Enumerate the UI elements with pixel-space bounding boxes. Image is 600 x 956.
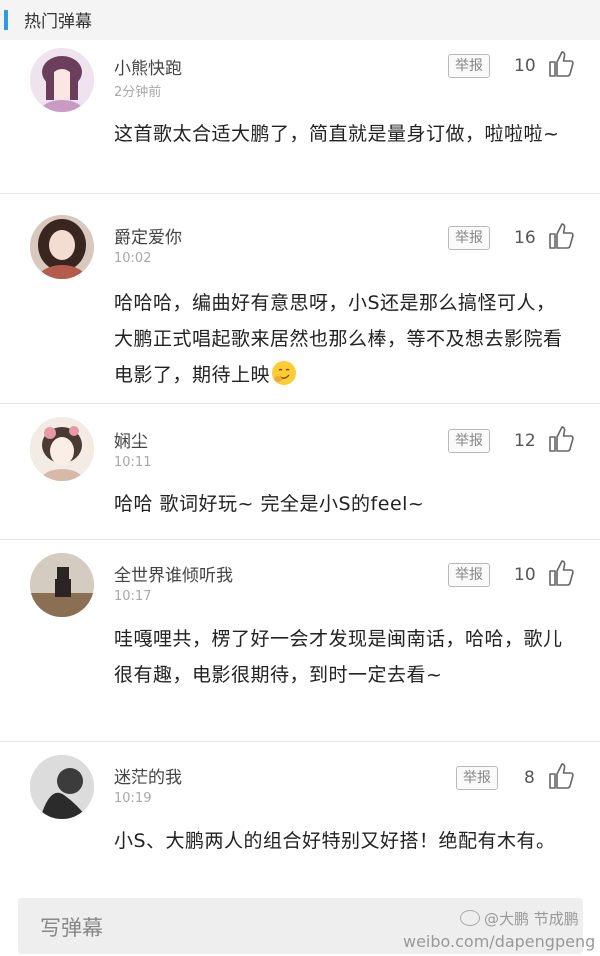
comment-text-body: 哈哈哈，编曲好有意思呀，小S还是那么搞怪可人，大鹏正式唱起歌来居然也那么棒，等不… [114,292,563,386]
comment-text: 哈哈哈，编曲好有意思呀，小S还是那么搞怪可人，大鹏正式唱起歌来居然也那么棒，等不… [114,285,564,393]
report-button[interactable]: 举报 [456,766,498,790]
report-button[interactable]: 举报 [448,226,490,250]
thumbs-up-icon[interactable] [548,222,574,250]
username[interactable]: 迷茫的我 [114,763,182,788]
watermark-handle: @大鹏 节成鹏 [460,908,579,929]
comment-item: 爵定爱你 10:02 举报 16 哈哈哈，编曲好有意思呀，小S还是那么搞怪可人，… [0,193,600,404]
watermark-handle-text: @大鹏 节成鹏 [484,910,579,928]
watermark-url: weibo.com/dapengpeng [403,932,596,951]
comment-text: 哈哈 歌词好玩~ 完全是小S的feel~ [114,493,425,515]
avatar[interactable] [30,48,94,112]
thumbs-up-icon[interactable] [548,50,574,78]
hot-danmaku-header: 热门弹幕 [0,0,600,40]
header-accent-bar [4,10,8,30]
like-count: 10 [514,565,536,585]
comment-time: 10:11 [114,455,152,470]
report-button[interactable]: 举报 [448,429,490,453]
avatar[interactable] [30,755,94,819]
like-count: 10 [514,56,536,76]
weibo-logo-icon [460,910,480,926]
danmaku-input-placeholder: 写弹幕 [40,916,103,940]
username[interactable]: 爵定爱你 [114,223,182,248]
comment-time: 2分钟前 [114,85,162,100]
username[interactable]: 全世界谁倾听我 [114,561,233,586]
report-button[interactable]: 举报 [448,54,490,78]
avatar[interactable] [30,417,94,481]
username[interactable]: 小熊快跑 [114,54,182,79]
comment-text: 哇嘎哩共，楞了好一会才发现是闽南话，哈哈，歌儿很有趣，电影很期待，到时一定去看~ [114,628,563,686]
comment-text: 这首歌太合适大鹏了，简直就是量身订做，啦啦啦~ [114,123,560,145]
comment-time: 10:19 [114,791,152,806]
comment-time: 10:17 [114,589,152,604]
comment-item: 娴尘 10:11 举报 12 哈哈 歌词好玩~ 完全是小S的feel~ [0,403,600,540]
comment-text: 小S、大鹏两人的组合好特别又好搭！绝配有木有。 [114,830,556,852]
thumbs-up-icon[interactable] [548,762,574,790]
report-button[interactable]: 举报 [448,563,490,587]
comment-time: 10:02 [114,251,152,266]
smirk-emoji-icon [272,361,297,385]
avatar[interactable] [30,215,94,279]
header-title: 热门弹幕 [24,12,92,32]
like-count: 8 [524,768,535,788]
thumbs-up-icon[interactable] [548,559,574,587]
thumbs-up-icon[interactable] [548,425,574,453]
like-count: 12 [514,431,536,451]
comment-item: 小熊快跑 2分钟前 举报 10 这首歌太合适大鹏了，简直就是量身订做，啦啦啦~ [0,40,600,194]
comment-item: 迷茫的我 10:19 举报 8 小S、大鹏两人的组合好特别又好搭！绝配有木有。 [0,741,600,896]
avatar[interactable] [30,553,94,617]
comment-item: 全世界谁倾听我 10:17 举报 10 哇嘎哩共，楞了好一会才发现是闽南话，哈哈… [0,539,600,742]
like-count: 16 [514,228,536,248]
username[interactable]: 娴尘 [114,427,148,452]
